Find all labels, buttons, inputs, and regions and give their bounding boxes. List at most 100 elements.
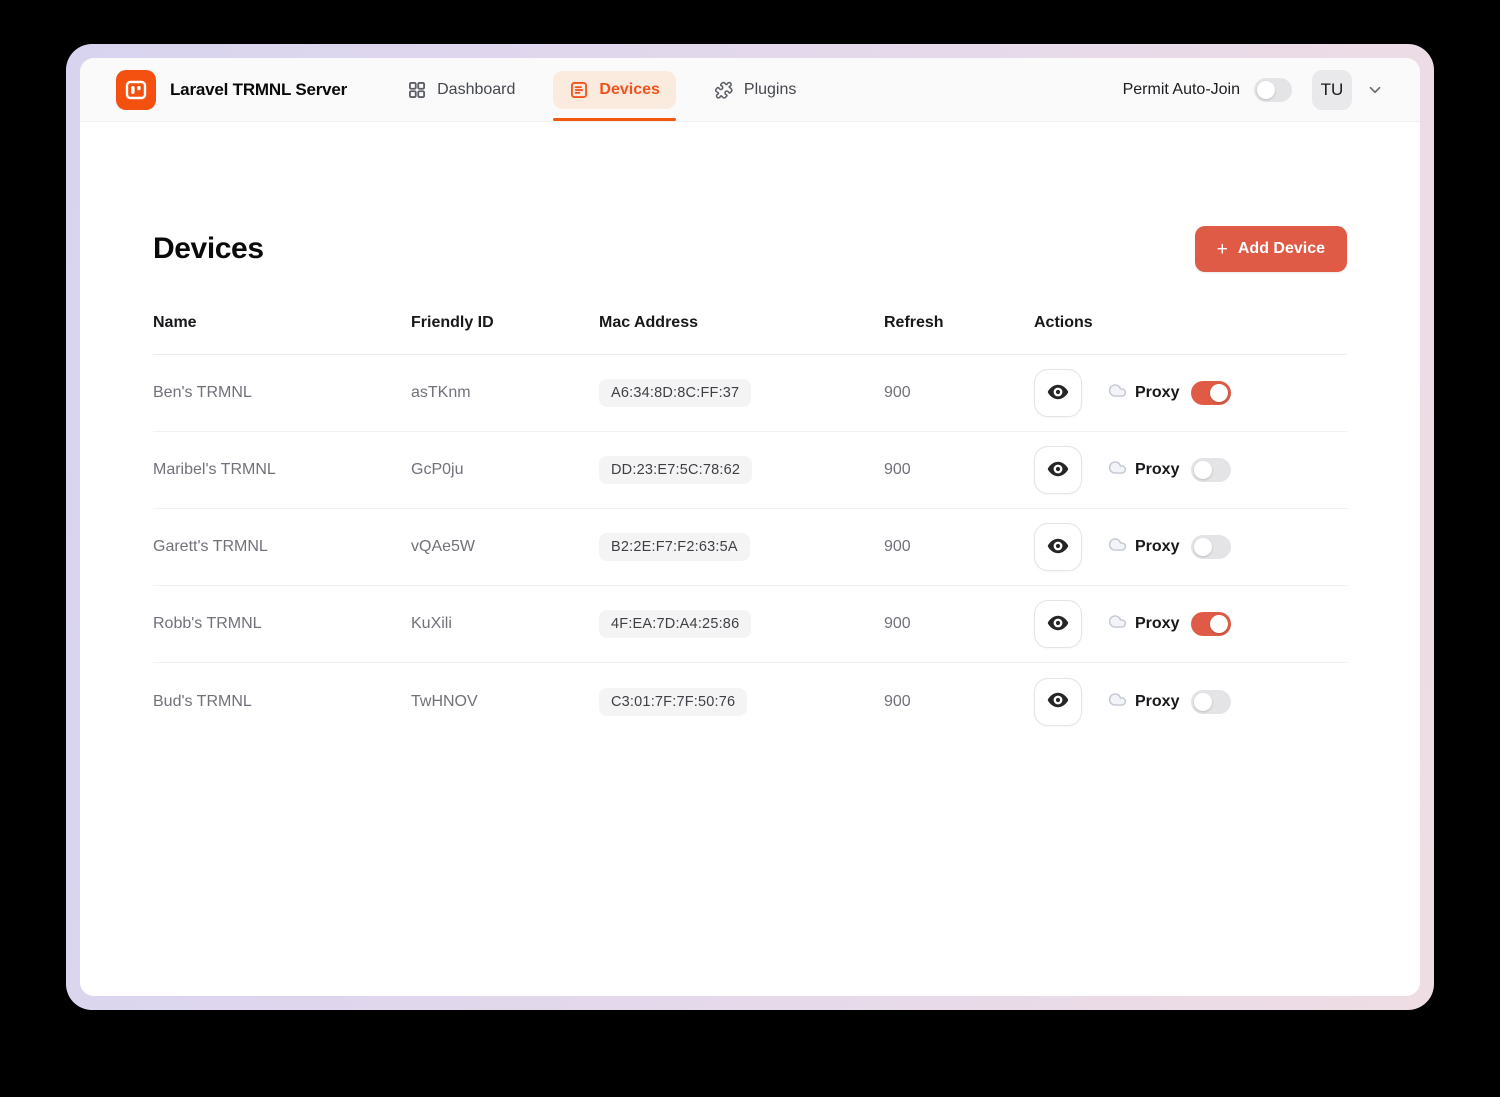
mac-address-badge: C3:01:7F:7F:50:76 (599, 688, 747, 716)
permit-auto-join-label: Permit Auto-Join (1123, 81, 1240, 99)
column-header-name: Name (153, 314, 411, 332)
grid-icon (407, 80, 427, 100)
mac-address-badge: 4F:EA:7D:A4:25:86 (599, 610, 751, 638)
column-header-mac-address: Mac Address (599, 314, 884, 332)
puzzle-icon (714, 80, 734, 100)
proxy-label: Proxy (1135, 538, 1179, 556)
topbar-right: Permit Auto-Join TU (1123, 58, 1384, 121)
cloud-icon (1108, 690, 1127, 714)
cloud-icon (1108, 381, 1127, 405)
chevron-down-icon[interactable] (1366, 81, 1384, 99)
table-row: Garett's TRMNL vQAe5W B2:2E:F7:F2:63:5A … (153, 509, 1347, 586)
device-table: Name Friendly ID Mac Address Refresh Act… (153, 314, 1347, 740)
view-device-button[interactable] (1034, 600, 1082, 648)
app-surface: Laravel TRMNL Server (80, 58, 1420, 996)
eye-icon (1046, 688, 1070, 715)
device-friendly-id: asTKnm (411, 384, 599, 402)
actions-cell: Proxy (1034, 369, 1347, 417)
proxy-group: Proxy (1108, 458, 1231, 482)
top-navigation-bar: Laravel TRMNL Server (80, 58, 1420, 122)
mac-address-badge: B2:2E:F7:F2:63:5A (599, 533, 750, 561)
actions-cell: Proxy (1034, 678, 1347, 726)
toggle-knob (1210, 615, 1228, 633)
table-row: Ben's TRMNL asTKnm A6:34:8D:8C:FF:37 900 (153, 355, 1347, 432)
proxy-group: Proxy (1108, 381, 1231, 405)
device-table-body: Ben's TRMNL asTKnm A6:34:8D:8C:FF:37 900 (153, 355, 1347, 740)
toggle-knob (1194, 461, 1212, 479)
device-refresh: 900 (884, 538, 1034, 556)
toggle-knob (1210, 384, 1228, 402)
proxy-toggle[interactable] (1191, 612, 1231, 636)
user-avatar[interactable]: TU (1312, 70, 1352, 110)
cloud-icon (1108, 458, 1127, 482)
proxy-toggle[interactable] (1191, 535, 1231, 559)
eye-icon (1046, 534, 1070, 561)
device-name: Robb's TRMNL (153, 615, 411, 633)
view-device-button[interactable] (1034, 678, 1082, 726)
nav-item-plugins[interactable]: Plugins (698, 58, 812, 121)
plus-icon: + (1217, 240, 1228, 259)
device-friendly-id: GcP0ju (411, 461, 599, 479)
column-header-refresh: Refresh (884, 314, 1034, 332)
device-name: Bud's TRMNL (153, 693, 411, 711)
add-device-label: Add Device (1238, 240, 1325, 258)
device-name: Maribel's TRMNL (153, 461, 411, 479)
view-device-button[interactable] (1034, 369, 1082, 417)
proxy-label: Proxy (1135, 461, 1179, 479)
eye-icon (1046, 457, 1070, 484)
eye-icon (1046, 380, 1070, 407)
proxy-label: Proxy (1135, 693, 1179, 711)
device-refresh: 900 (884, 384, 1034, 402)
table-row: Bud's TRMNL TwHNOV C3:01:7F:7F:50:76 900 (153, 663, 1347, 740)
device-refresh: 900 (884, 693, 1034, 711)
proxy-label: Proxy (1135, 615, 1179, 633)
actions-cell: Proxy (1034, 446, 1347, 494)
device-refresh: 900 (884, 615, 1034, 633)
proxy-group: Proxy (1108, 612, 1231, 636)
device-name: Garett's TRMNL (153, 538, 411, 556)
eye-icon (1046, 611, 1070, 638)
nav-label-dashboard: Dashboard (437, 81, 515, 99)
toggle-knob (1194, 538, 1212, 556)
table-row: Maribel's TRMNL GcP0ju DD:23:E7:5C:78:62… (153, 432, 1347, 509)
permit-auto-join-toggle[interactable] (1254, 78, 1292, 102)
device-name: Ben's TRMNL (153, 384, 411, 402)
proxy-toggle[interactable] (1191, 458, 1231, 482)
nav-label-devices: Devices (599, 81, 660, 99)
toggle-knob (1194, 693, 1212, 711)
view-device-button[interactable] (1034, 523, 1082, 571)
cloud-icon (1108, 612, 1127, 636)
proxy-label: Proxy (1135, 384, 1179, 402)
table-row: Robb's TRMNL KuXili 4F:EA:7D:A4:25:86 90… (153, 586, 1347, 663)
column-header-friendly-id: Friendly ID (411, 314, 599, 332)
mac-address-badge: A6:34:8D:8C:FF:37 (599, 379, 751, 407)
device-friendly-id: KuXili (411, 615, 599, 633)
proxy-toggle[interactable] (1191, 690, 1231, 714)
mac-address-badge: DD:23:E7:5C:78:62 (599, 456, 752, 484)
view-device-button[interactable] (1034, 446, 1082, 494)
add-device-button[interactable]: + Add Device (1195, 226, 1347, 272)
table-header-row: Name Friendly ID Mac Address Refresh Act… (153, 314, 1347, 355)
desktop-background: Laravel TRMNL Server (0, 0, 1500, 1097)
proxy-group: Proxy (1108, 535, 1231, 559)
nav-item-devices[interactable]: Devices (553, 58, 676, 121)
app-title: Laravel TRMNL Server (170, 80, 347, 100)
brand: Laravel TRMNL Server (116, 58, 347, 121)
cloud-icon (1108, 535, 1127, 559)
proxy-toggle[interactable] (1191, 381, 1231, 405)
page-head: Devices + Add Device (153, 226, 1347, 272)
proxy-group: Proxy (1108, 690, 1231, 714)
page-title: Devices (153, 232, 264, 266)
device-refresh: 900 (884, 461, 1034, 479)
trmnl-logo-icon (116, 70, 156, 110)
main-content: Devices + Add Device Name Friendly ID Ma… (80, 122, 1420, 996)
nav-item-dashboard[interactable]: Dashboard (391, 58, 531, 121)
app-window: Laravel TRMNL Server (66, 44, 1434, 1010)
main-nav: Dashboard (391, 58, 812, 121)
actions-cell: Proxy (1034, 600, 1347, 648)
list-panel-icon (569, 80, 589, 100)
toggle-knob (1257, 81, 1275, 99)
column-header-actions: Actions (1034, 314, 1347, 332)
actions-cell: Proxy (1034, 523, 1347, 571)
device-friendly-id: TwHNOV (411, 693, 599, 711)
